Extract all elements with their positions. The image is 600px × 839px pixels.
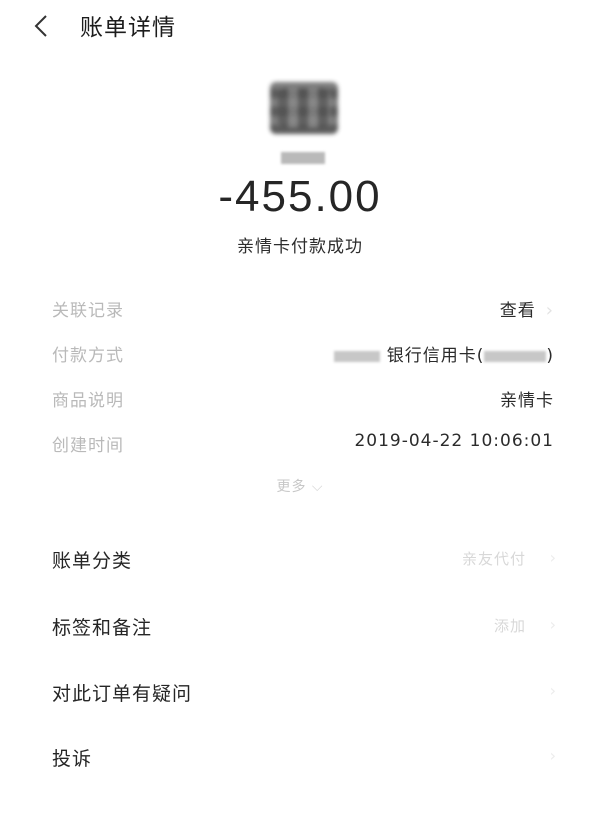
- created-time-label: 创建时间: [52, 436, 124, 456]
- chevron-right-icon: ›: [549, 548, 556, 567]
- goods-description-row: 商品说明 亲情卡: [52, 386, 554, 416]
- merchant-avatar-blurred: [270, 82, 338, 134]
- chevron-down-icon: ⌵: [311, 479, 324, 495]
- tags-notes-label: 标签和备注: [52, 617, 153, 639]
- chevron-right-icon: ›: [549, 681, 556, 700]
- back-arrow-icon[interactable]: [30, 12, 54, 40]
- bill-category-label: 账单分类: [52, 550, 133, 572]
- goods-description-label: 商品说明: [52, 391, 124, 411]
- payment-method-label: 付款方式: [52, 346, 124, 366]
- complaint-label: 投诉: [52, 748, 93, 770]
- related-records-label: 关联记录: [52, 301, 124, 321]
- tags-notes-row[interactable]: 标签和备注 添加 ›: [52, 613, 562, 647]
- tags-notes-value: 添加: [493, 617, 526, 635]
- complaint-row[interactable]: 投诉 ›: [52, 744, 562, 778]
- payment-method-value: 银行信用卡(): [334, 341, 554, 366]
- chevron-right-icon: ›: [545, 300, 554, 321]
- order-question-label: 对此订单有疑问: [52, 683, 193, 705]
- payment-method-text: 银行信用卡(: [386, 346, 485, 366]
- payment-method-row: 付款方式 银行信用卡(): [52, 341, 554, 371]
- payment-method-close: ): [546, 346, 554, 366]
- card-number-blurred: [484, 350, 547, 362]
- chevron-right-icon: ›: [549, 746, 556, 765]
- more-toggle[interactable]: 更多 ⌵: [0, 476, 600, 496]
- chevron-right-icon: ›: [549, 615, 556, 634]
- related-records-row[interactable]: 关联记录 查看 ›: [52, 296, 554, 326]
- related-records-value[interactable]: 查看 ›: [500, 296, 554, 321]
- more-label: 更多: [276, 479, 307, 495]
- page-title: 账单详情: [80, 15, 176, 41]
- bank-name-blurred: [334, 350, 381, 362]
- view-link[interactable]: 查看: [500, 301, 536, 321]
- goods-description-value: 亲情卡: [500, 391, 554, 411]
- order-question-row[interactable]: 对此订单有疑问 ›: [52, 679, 562, 713]
- merchant-name-blurred: [281, 152, 325, 164]
- created-time-row: 创建时间 2019-04-22 10:06:01: [52, 431, 554, 461]
- created-time-value: 2019-04-22 10:06:01: [354, 431, 554, 451]
- top-bar: 账单详情: [0, 0, 600, 56]
- bill-category-row[interactable]: 账单分类 亲友代付 ›: [52, 546, 562, 580]
- transaction-status: 亲情卡付款成功: [237, 237, 363, 257]
- transaction-amount: -455.00: [218, 172, 382, 221]
- bill-category-value: 亲友代付: [461, 550, 526, 568]
